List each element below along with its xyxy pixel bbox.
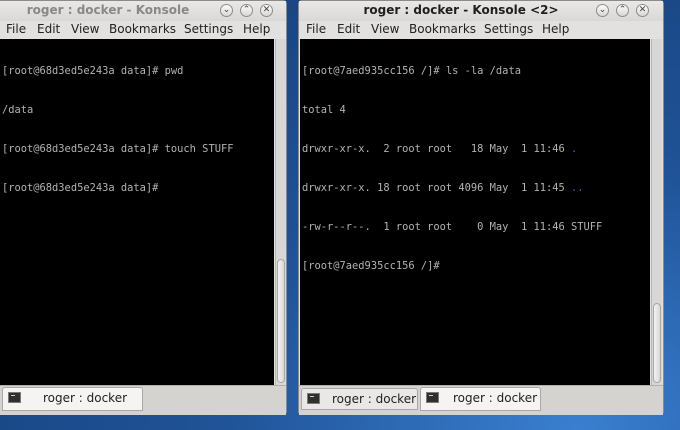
terminal-line: total 4 <box>302 104 346 116</box>
konsole-window-2: roger : docker - Konsole <2> ⌄ ⌃ ✕ File … <box>298 0 664 415</box>
terminal-scrollbar[interactable] <box>275 39 286 385</box>
terminal-line: /data <box>2 104 34 116</box>
menu-settings[interactable]: Settings <box>484 22 533 36</box>
menu-help[interactable]: Help <box>542 22 569 36</box>
menu-file[interactable]: File <box>6 22 26 36</box>
terminal-line: [root@68d3ed5e243a data]# pwd <box>2 65 184 77</box>
window-title: roger : docker - Konsole <2> <box>363 3 559 17</box>
terminal-line: -rw-r--r--. 1 root root 0 May 1 11:46 ST… <box>302 221 603 233</box>
terminal-icon <box>8 392 21 403</box>
terminal-icon <box>426 392 439 403</box>
tab-roger-docker-2[interactable]: roger : docker <box>420 387 541 411</box>
menu-bar: File Edit View Bookmarks Settings Help <box>299 21 663 39</box>
tab-roger-docker-1[interactable]: roger : docker <box>301 388 418 410</box>
terminal-line: drwxr-xr-x. 18 root root 4096 May 1 11:4… <box>300 182 650 195</box>
scrollbar-thumb[interactable] <box>277 259 285 383</box>
close-button[interactable]: ✕ <box>636 4 649 17</box>
directory-name: . <box>571 143 578 155</box>
menu-settings[interactable]: Settings <box>184 22 233 36</box>
minimize-button[interactable]: ⌄ <box>220 4 233 17</box>
tab-label: roger : docker <box>453 391 538 405</box>
terminal-scrollbar[interactable] <box>651 39 662 385</box>
tab-bar: roger : docker roger : docker <box>299 385 663 415</box>
terminal-icon <box>307 393 320 404</box>
ls-entry-text: drwxr-xr-x. 2 root root 18 May 1 11:46 <box>302 143 571 155</box>
menu-file[interactable]: File <box>306 22 326 36</box>
menu-help[interactable]: Help <box>243 22 270 36</box>
konsole-window-1: roger : docker - Konsole ⌄ ⌃ ✕ File Edit… <box>0 0 287 415</box>
ls-entry-text: drwxr-xr-x. 18 root root 4096 May 1 11:4… <box>302 182 571 194</box>
terminal-output[interactable]: [root@68d3ed5e243a data]# pwd /data [roo… <box>0 39 274 385</box>
terminal-output[interactable]: [root@7aed935cc156 /]# ls -la /data tota… <box>300 39 650 385</box>
menu-bar: File Edit View Bookmarks Settings Help <box>0 21 286 39</box>
terminal-line: [root@68d3ed5e243a data]# touch STUFF <box>2 143 234 155</box>
terminal-line: drwxr-xr-x. 2 root root 18 May 1 11:46 . <box>300 143 650 156</box>
window-title: roger : docker - Konsole <box>26 3 190 17</box>
directory-name: .. <box>571 182 584 194</box>
maximize-button[interactable]: ⌃ <box>616 4 629 17</box>
menu-edit[interactable]: Edit <box>37 22 60 36</box>
title-bar[interactable]: roger : docker - Konsole ⌄ ⌃ ✕ <box>0 1 286 21</box>
maximize-button[interactable]: ⌃ <box>240 4 253 17</box>
menu-bookmarks[interactable]: Bookmarks <box>409 22 476 36</box>
menu-view[interactable]: View <box>371 22 399 36</box>
minimize-button[interactable]: ⌄ <box>596 4 609 17</box>
close-button[interactable]: ✕ <box>260 4 273 17</box>
scrollbar-thumb[interactable] <box>653 303 661 383</box>
menu-bookmarks[interactable]: Bookmarks <box>109 22 176 36</box>
terminal-line: [root@7aed935cc156 /]# <box>302 260 446 272</box>
menu-edit[interactable]: Edit <box>337 22 360 36</box>
tab-label: roger : docker <box>332 392 417 406</box>
tab-bar: roger : docker <box>0 385 286 415</box>
terminal-line: [root@7aed935cc156 /]# ls -la /data <box>302 65 521 77</box>
tab-roger-docker[interactable]: roger : docker <box>2 387 143 411</box>
terminal-line: [root@68d3ed5e243a data]# <box>2 182 165 194</box>
tab-label: roger : docker <box>43 391 128 405</box>
title-bar[interactable]: roger : docker - Konsole <2> ⌄ ⌃ ✕ <box>299 1 663 21</box>
menu-view[interactable]: View <box>71 22 99 36</box>
